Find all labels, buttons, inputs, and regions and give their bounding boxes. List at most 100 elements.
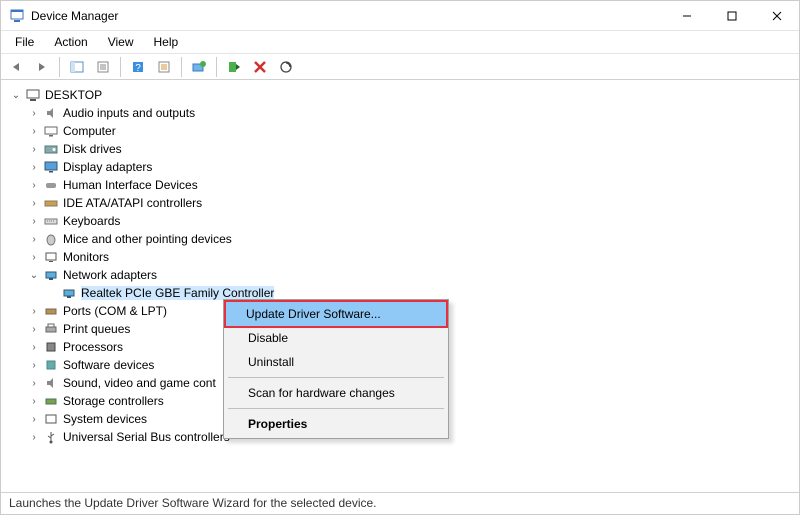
printer-icon (43, 321, 59, 337)
maximize-button[interactable] (709, 1, 754, 30)
tree-root-label: DESKTOP (45, 88, 102, 102)
update-driver-button[interactable] (188, 56, 210, 78)
sound-icon (43, 375, 59, 391)
ctx-disable[interactable]: Disable (226, 326, 446, 350)
minimize-button[interactable] (664, 1, 709, 30)
show-hide-console-tree-button[interactable] (66, 56, 88, 78)
keyboard-icon (43, 213, 59, 229)
tree-item-label: Computer (63, 124, 116, 138)
ctx-scan[interactable]: Scan for hardware changes (226, 381, 446, 405)
tree-item-audio[interactable]: › Audio inputs and outputs (9, 104, 795, 122)
expand-icon[interactable]: › (27, 108, 41, 119)
expand-icon[interactable]: › (27, 216, 41, 227)
tree-item-label: Network adapters (63, 268, 157, 282)
tree-item-computer[interactable]: › Computer (9, 122, 795, 140)
window-title: Device Manager (31, 9, 664, 23)
titlebar: Device Manager (1, 1, 799, 31)
statusbar: Launches the Update Driver Software Wiza… (1, 492, 799, 514)
toolbar-separator (181, 57, 182, 77)
tree-item-label: Audio inputs and outputs (63, 106, 195, 120)
usb-icon (43, 429, 59, 445)
network-icon (43, 267, 59, 283)
scan-hardware-button[interactable] (275, 56, 297, 78)
cpu-icon (43, 339, 59, 355)
expand-icon[interactable]: › (27, 180, 41, 191)
menu-action[interactable]: Action (46, 33, 95, 51)
tree-item-display[interactable]: › Display adapters (9, 158, 795, 176)
expand-icon[interactable]: › (27, 144, 41, 155)
ctx-separator (228, 408, 444, 409)
expand-icon[interactable]: › (27, 252, 41, 263)
action-list-button[interactable] (153, 56, 175, 78)
tree-item-label: Keyboards (63, 214, 120, 228)
hid-icon (43, 177, 59, 193)
tree-item-mice[interactable]: › Mice and other pointing devices (9, 230, 795, 248)
tree-item-label: Human Interface Devices (63, 178, 198, 192)
storage-icon (43, 393, 59, 409)
close-button[interactable] (754, 1, 799, 30)
menu-help[interactable]: Help (146, 33, 187, 51)
expand-icon[interactable]: › (27, 198, 41, 209)
uninstall-button[interactable] (249, 56, 271, 78)
forward-button[interactable] (31, 56, 53, 78)
mouse-icon (43, 231, 59, 247)
tree-item-network[interactable]: ⌄ Network adapters (9, 266, 795, 284)
toolbar-separator (120, 57, 121, 77)
expand-icon[interactable]: › (27, 432, 41, 443)
tree-item-label: IDE ATA/ATAPI controllers (63, 196, 202, 210)
display-icon (43, 159, 59, 175)
port-icon (43, 303, 59, 319)
tree-item-hid[interactable]: › Human Interface Devices (9, 176, 795, 194)
svg-text:?: ? (135, 63, 141, 74)
computer-icon (25, 87, 41, 103)
tree-item-label: System devices (63, 412, 147, 426)
expand-icon[interactable]: › (27, 126, 41, 137)
properties-button[interactable] (92, 56, 114, 78)
tree-item-label: Software devices (63, 358, 154, 372)
tree-item-keyboards[interactable]: › Keyboards (9, 212, 795, 230)
menu-file[interactable]: File (7, 33, 42, 51)
tree-item-label: Monitors (63, 250, 109, 264)
ctx-properties[interactable]: Properties (226, 412, 446, 436)
collapse-icon[interactable]: ⌄ (9, 90, 23, 101)
no-expand-icon (45, 288, 59, 299)
tree-item-monitors[interactable]: › Monitors (9, 248, 795, 266)
statusbar-text: Launches the Update Driver Software Wiza… (9, 496, 377, 510)
expand-icon[interactable]: › (27, 324, 41, 335)
ctx-uninstall[interactable]: Uninstall (226, 350, 446, 374)
pc-icon (43, 123, 59, 139)
tree-item-label: Storage controllers (63, 394, 164, 408)
expand-icon[interactable]: › (27, 306, 41, 317)
tree-item-disk-drives[interactable]: ›Disk drives (9, 140, 795, 158)
help-button[interactable]: ? (127, 56, 149, 78)
tree-item-label: Display adapters (63, 160, 152, 174)
menubar: File Action View Help (1, 31, 799, 54)
tree-item-label: Universal Serial Bus controllers (63, 430, 230, 444)
expand-icon[interactable]: › (27, 414, 41, 425)
tree-root[interactable]: ⌄ DESKTOP (9, 86, 795, 104)
tree-item-ide[interactable]: › IDE ATA/ATAPI controllers (9, 194, 795, 212)
tree-item-label: Mice and other pointing devices (63, 232, 232, 246)
tree-item-label: Sound, video and game cont (63, 376, 216, 390)
expand-icon[interactable]: › (27, 162, 41, 173)
expand-icon[interactable]: › (27, 342, 41, 353)
context-menu: Update Driver Software... Disable Uninst… (223, 299, 449, 439)
system-icon (43, 411, 59, 427)
expand-icon[interactable]: › (27, 378, 41, 389)
expand-icon[interactable]: › (27, 360, 41, 371)
nic-icon (61, 285, 77, 301)
collapse-icon[interactable]: ⌄ (27, 270, 41, 281)
menu-view[interactable]: View (100, 33, 142, 51)
expand-icon[interactable]: › (27, 396, 41, 407)
toolbar: ? (1, 54, 799, 80)
expand-icon[interactable]: › (27, 234, 41, 245)
enable-button[interactable] (223, 56, 245, 78)
monitor-icon (43, 249, 59, 265)
back-button[interactable] (5, 56, 27, 78)
toolbar-separator (216, 57, 217, 77)
ctx-separator (228, 377, 444, 378)
software-icon (43, 357, 59, 373)
tree-item-label: Ports (COM & LPT) (63, 304, 167, 318)
ctx-update-driver[interactable]: Update Driver Software... (224, 300, 448, 328)
speaker-icon (43, 105, 59, 121)
